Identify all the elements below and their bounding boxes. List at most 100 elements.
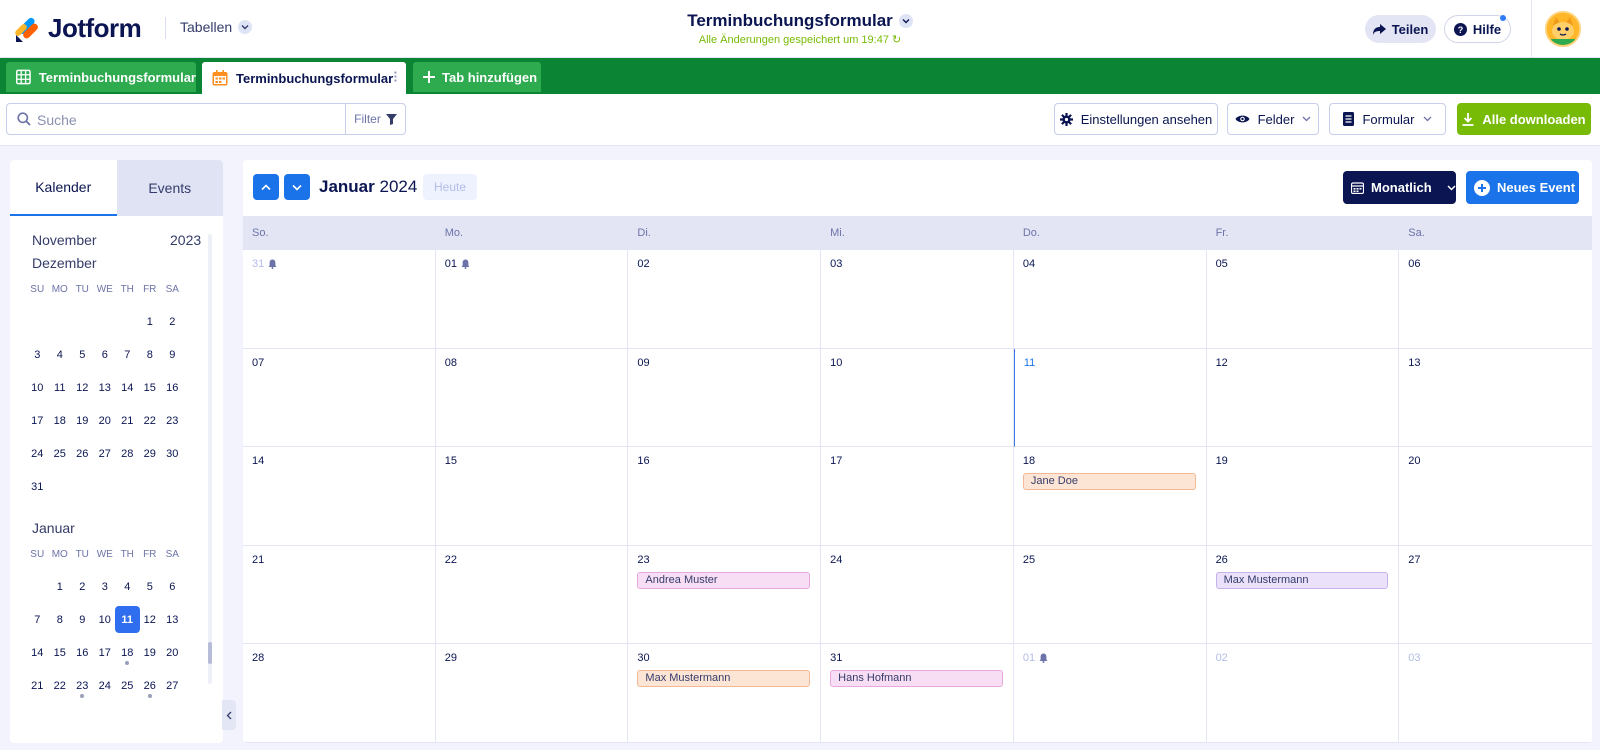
mini-day[interactable]: 12 [139,603,162,636]
day-cell[interactable]: 30 Max Mustermann [628,644,822,743]
tab-events[interactable]: Events [116,160,223,216]
day-cell[interactable]: 17 [821,447,1014,546]
day-cell[interactable]: 31 [243,250,436,349]
day-cell[interactable]: 01 [435,250,629,349]
search-input[interactable] [37,110,337,130]
mini-day[interactable]: 24 [26,437,49,470]
more-options-icon[interactable]: · · · [394,66,398,87]
mini-day[interactable]: 4 [116,570,139,603]
day-cell[interactable]: 24 [821,545,1014,645]
mini-day[interactable]: 25 [49,437,72,470]
mini-day[interactable]: 19 [139,636,162,669]
tab-calendar[interactable]: Terminbuchungsformular · · · [202,62,406,94]
day-cell[interactable]: 27 [1399,546,1592,645]
mini-day[interactable]: 20 [161,636,184,669]
day-cell[interactable]: 06 [1399,250,1592,349]
day-cell[interactable]: 22 [435,545,629,645]
day-cell[interactable]: 13 [1399,349,1592,448]
mini-day[interactable]: 9 [161,338,184,371]
mini-day[interactable]: 18 [116,636,139,669]
mini-day[interactable]: 17 [94,636,117,669]
mini-day[interactable]: 16 [71,636,94,669]
mini-day[interactable]: 6 [94,338,117,371]
filter-button[interactable]: Filter [345,104,405,134]
day-cell[interactable]: 28 [243,644,436,743]
day-cell[interactable]: 08 [435,348,629,448]
fields-dropdown[interactable]: Felder [1227,103,1319,135]
mini-day[interactable]: 18 [49,404,72,437]
view-settings-button[interactable]: Einstellungen ansehen [1054,103,1218,135]
day-cell[interactable]: 02 [1206,644,1400,743]
mini-day[interactable]: 26 [139,669,162,702]
mini-day[interactable]: 10 [94,603,117,636]
mini-day[interactable]: 12 [71,371,94,404]
form-dropdown[interactable]: Formular [1329,103,1446,135]
mini-day[interactable]: 25 [116,669,139,702]
mini-day[interactable]: 14 [26,636,49,669]
mini-day[interactable]: 10 [26,371,49,404]
day-cell[interactable]: 12 [1206,348,1400,448]
day-cell[interactable]: 31 Hans Hofmann [821,644,1014,743]
mini-day[interactable]: 1 [49,570,72,603]
day-cell[interactable]: 04 [1013,250,1207,349]
today-button[interactable]: Heute [423,174,477,200]
day-cell[interactable]: 16 [628,447,822,546]
day-cell[interactable]: 18 Jane Doe [1013,447,1207,546]
tables-menu[interactable]: Tabellen [180,19,253,35]
event-chip[interactable]: Jane Doe [1022,473,1196,491]
share-button[interactable]: Teilen [1365,15,1436,43]
add-tab-button[interactable]: Tab hinzufügen [413,62,541,92]
tab-kalender[interactable]: Kalender [10,160,117,216]
day-cell[interactable]: 05 [1206,250,1400,349]
form-title[interactable]: Terminbuchungsformular [600,11,1000,31]
day-cell[interactable]: 10 [821,348,1014,448]
mini-day[interactable]: 16 [161,371,184,404]
day-cell[interactable]: 20 [1399,447,1592,546]
mini-day[interactable]: 7 [116,338,139,371]
day-cell[interactable]: 07 [243,348,436,448]
day-cell[interactable]: 21 [243,545,436,645]
sidebar-scrollbar[interactable] [208,234,212,684]
mini-day[interactable]: 8 [49,603,72,636]
day-cell[interactable]: 14 [243,447,436,546]
mini-day[interactable]: 19 [71,404,94,437]
mini-day[interactable]: 4 [49,338,72,371]
mini-day[interactable]: 6 [161,570,184,603]
mini-day[interactable]: 15 [49,636,72,669]
mini-day[interactable]: 23 [161,404,184,437]
day-cell[interactable]: 23 Andrea Muster [628,545,822,645]
mini-day[interactable]: 5 [71,338,94,371]
mini-day[interactable]: 22 [49,669,72,702]
mini-day[interactable]: 3 [94,570,117,603]
mini-day[interactable]: 31 [26,470,49,503]
jotform-logo[interactable]: Jotform [14,13,142,44]
mini-day[interactable]: 30 [161,437,184,470]
mini-day[interactable]: 15 [139,371,162,404]
mini-day[interactable]: 21 [26,669,49,702]
mini-day[interactable]: 27 [161,669,184,702]
mini-day[interactable]: 26 [71,437,94,470]
mini-day[interactable]: 1 [139,305,162,338]
mini-day[interactable]: 8 [139,338,162,371]
user-avatar[interactable] [1545,11,1581,47]
help-button[interactable]: ? Hilfe [1444,15,1511,43]
event-chip[interactable]: Max Mustermann [637,670,811,688]
mini-day[interactable]: 14 [116,371,139,404]
next-month-button[interactable] [284,174,310,200]
tab-table[interactable]: Terminbuchungsformular [6,62,196,92]
day-cell[interactable]: 15 [435,447,629,546]
mini-day[interactable]: 27 [94,437,117,470]
day-cell[interactable]: 03 [821,250,1014,349]
event-chip[interactable]: Max Mustermann [1215,571,1389,589]
mini-day[interactable]: 28 [116,437,139,470]
mini-day[interactable]: 22 [139,404,162,437]
day-cell[interactable]: 25 [1013,545,1207,645]
day-cell[interactable]: 26 Max Mustermann [1206,545,1400,645]
day-cell[interactable]: 29 [435,644,629,743]
event-chip[interactable]: Andrea Muster [637,571,811,589]
mini-day[interactable]: 3 [26,338,49,371]
mini-day[interactable]: 23 [71,669,94,702]
previous-month-button[interactable] [253,174,279,200]
mini-day[interactable]: 2 [161,305,184,338]
day-cell[interactable]: 01 [1013,644,1207,743]
